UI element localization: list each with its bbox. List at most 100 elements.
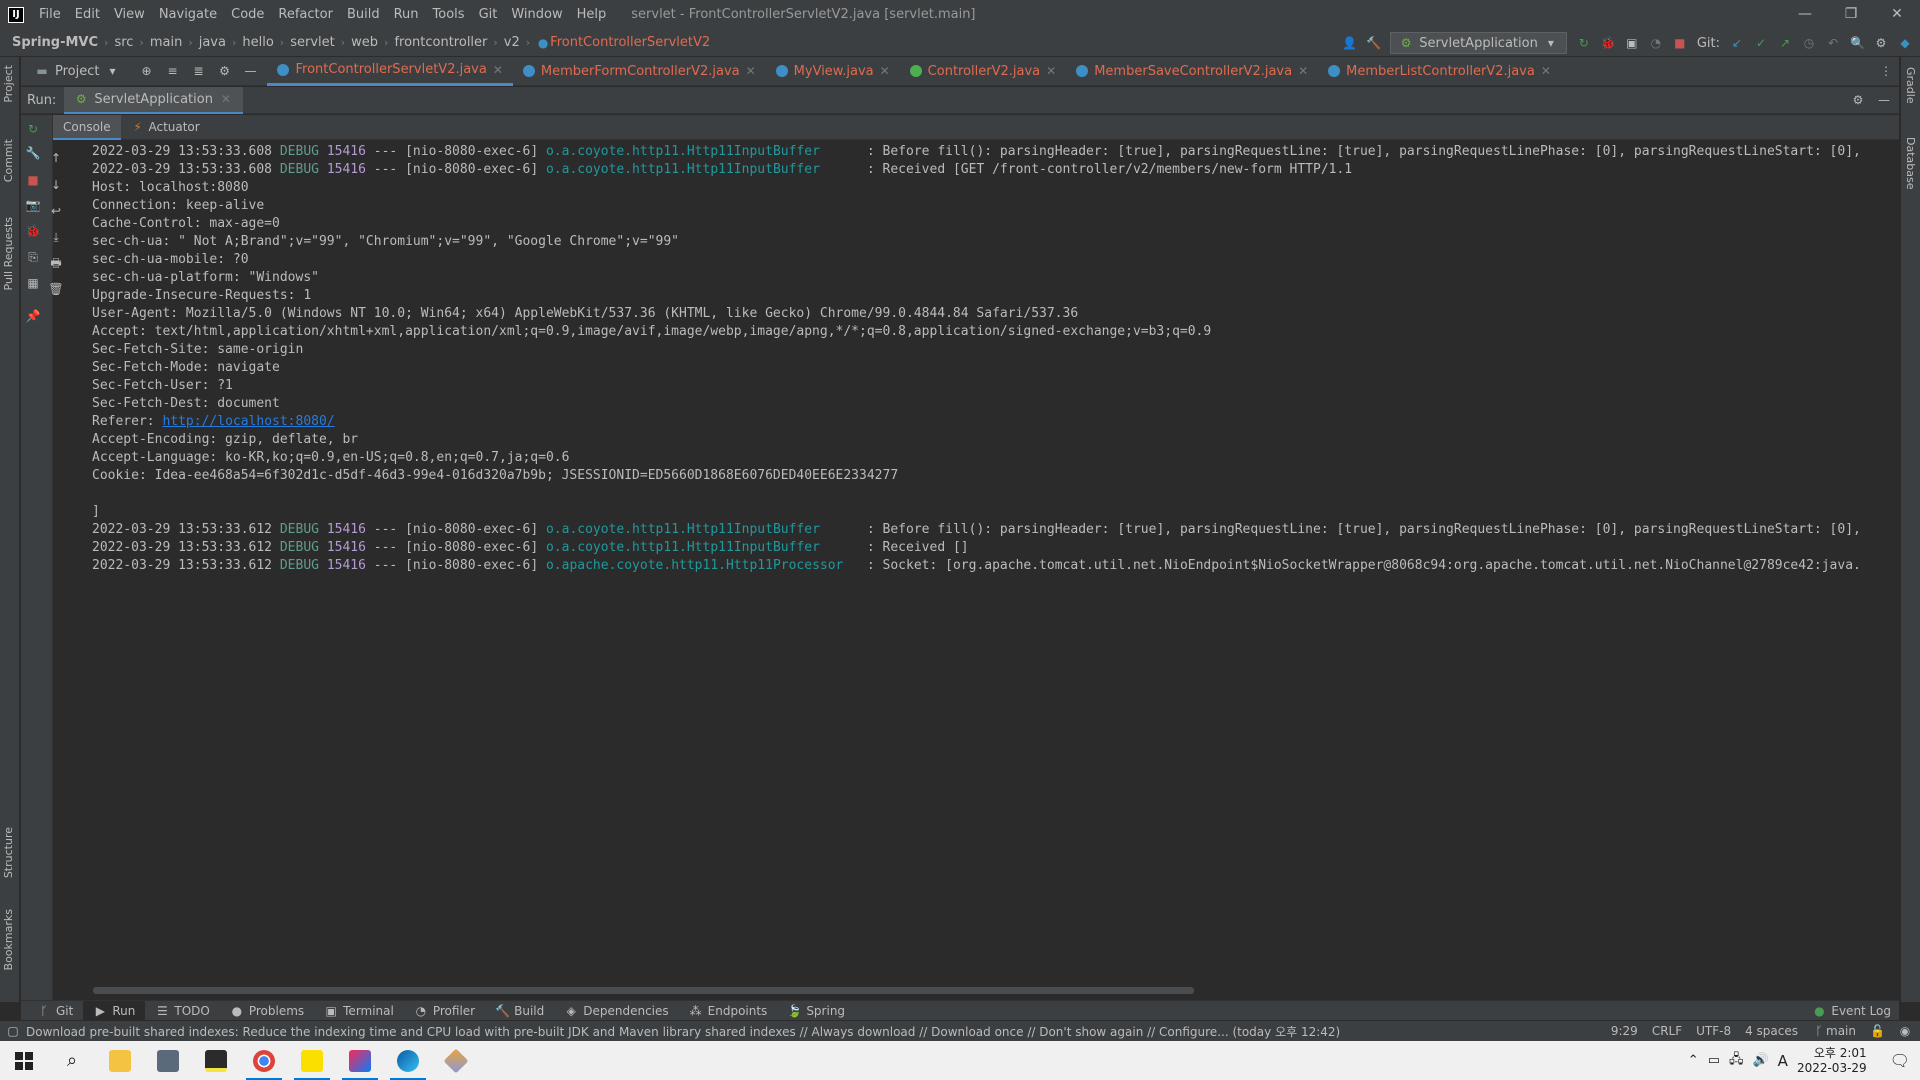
close-button[interactable]: ✕ [1874, 0, 1920, 29]
run-configuration-select[interactable]: ⚙ ServletApplication ▾ [1390, 32, 1567, 54]
editor-tab[interactable]: MemberListControllerV2.java ✕ [1318, 57, 1561, 86]
caret-position[interactable]: 9:29 [1611, 1024, 1638, 1038]
expand-all-icon[interactable]: ≡ [165, 64, 179, 78]
history-icon[interactable]: ◷ [1802, 36, 1816, 50]
rollback-icon[interactable]: ↶ [1826, 36, 1840, 50]
restore-button[interactable]: ❐ [1828, 0, 1874, 29]
menu-edit[interactable]: Edit [68, 7, 107, 22]
status-message[interactable]: Download pre-built shared indexes: Reduc… [0, 1023, 1340, 1040]
menu-refactor[interactable]: Refactor [271, 7, 340, 22]
menu-navigate[interactable]: Navigate [152, 7, 224, 22]
tool-tab-database[interactable]: Database [1904, 137, 1917, 190]
taskbar-chrome[interactable] [240, 1041, 288, 1080]
settings-gear-icon[interactable]: ⚙ [1874, 36, 1888, 50]
restore-layout-icon[interactable]: ⎘ [25, 249, 41, 265]
arrow-down-icon[interactable]: ↓ [48, 177, 64, 193]
breadcrumb-item[interactable]: src [114, 35, 133, 50]
menu-build[interactable]: Build [340, 7, 387, 22]
build-hammer-icon[interactable]: 🔨 [1366, 36, 1381, 50]
taskbar-search-button[interactable]: ⌕ [48, 1041, 96, 1080]
editor-tab[interactable]: FrontControllerServletV2.java ✕ [267, 56, 513, 86]
coverage-icon[interactable]: ▣ [1625, 36, 1639, 50]
lock-icon[interactable]: 🔓 [1870, 1024, 1885, 1038]
clock[interactable]: 오후 2:01 2022-03-29 [1797, 1046, 1867, 1076]
taskbar-edge[interactable] [384, 1041, 432, 1080]
taskbar-kakaotalk[interactable] [288, 1041, 336, 1080]
close-icon[interactable]: ✕ [880, 64, 890, 78]
tool-tab-build[interactable]: 🔨 Build [485, 1001, 554, 1021]
menu-git[interactable]: Git [472, 7, 505, 22]
layout-icon[interactable]: ▦ [25, 275, 41, 291]
editor-tab[interactable]: MyView.java ✕ [766, 57, 900, 86]
editor-tab[interactable]: MemberFormControllerV2.java ✕ [513, 57, 766, 86]
arrow-up-icon[interactable]: ↑ [48, 150, 64, 166]
ime-indicator[interactable]: A [1778, 1052, 1788, 1070]
debug-icon[interactable]: 🐞 [1601, 36, 1616, 50]
more-vertical-icon[interactable]: ⋮ [1879, 64, 1893, 78]
taskbar-app[interactable] [432, 1041, 480, 1080]
rerun-icon[interactable]: ↻ [25, 121, 41, 137]
menu-file[interactable]: File [32, 7, 68, 22]
close-icon[interactable]: ✕ [1541, 64, 1551, 78]
event-log-button[interactable]: ● Event Log [1812, 1004, 1891, 1018]
tab-actuator[interactable]: ⚡ Actuator [121, 115, 210, 140]
menu-help[interactable]: Help [570, 7, 614, 22]
tool-tab-dependencies[interactable]: ◈ Dependencies [554, 1001, 678, 1021]
git-branch[interactable]: ᚴ main [1812, 1024, 1856, 1038]
tool-tab-commit[interactable]: Commit [2, 139, 15, 182]
taskbar-file-explorer[interactable] [96, 1041, 144, 1080]
git-update-icon[interactable]: ↙ [1730, 36, 1744, 50]
close-icon[interactable]: ✕ [1046, 64, 1056, 78]
rerun-icon[interactable]: ↻ [1577, 36, 1591, 50]
pin-icon[interactable]: 📌 [25, 308, 41, 324]
hide-icon[interactable]: — [243, 64, 257, 78]
git-push-icon[interactable]: ↗ [1778, 36, 1792, 50]
tool-tab-structure[interactable]: Structure [2, 827, 15, 878]
tool-tab-profiler[interactable]: ◔ Profiler [404, 1001, 485, 1021]
profiler-icon[interactable]: ◔ [1649, 36, 1663, 50]
breadcrumb-item[interactable]: FrontControllerServletV2 [550, 35, 710, 50]
volume-icon[interactable]: 🔊 [1752, 1053, 1768, 1068]
hide-icon[interactable]: — [1877, 93, 1891, 107]
taskbar-calculator[interactable] [144, 1041, 192, 1080]
indent-setting[interactable]: 4 spaces [1745, 1024, 1798, 1038]
network-icon[interactable]: 🖧 [1729, 1050, 1744, 1072]
breadcrumb-item[interactable]: main [150, 35, 182, 50]
close-icon[interactable]: ✕ [219, 92, 233, 106]
tool-tab-todo[interactable]: ☰ TODO [145, 1001, 219, 1021]
breadcrumb-item[interactable]: frontcontroller [394, 35, 487, 50]
line-separator[interactable]: CRLF [1652, 1024, 1682, 1038]
notifications-icon[interactable]: 🗨 [1890, 1051, 1910, 1070]
camera-icon[interactable]: 📷 [25, 197, 41, 213]
user-icon[interactable]: 👤 [1342, 36, 1357, 50]
breadcrumb-item[interactable]: Spring-MVC [12, 35, 98, 50]
show-hidden-icons-icon[interactable]: ⌃ [1688, 1053, 1699, 1068]
settings-gear-icon[interactable]: ⚙ [217, 64, 231, 78]
tool-tab-endpoints[interactable]: ⁂ Endpoints [679, 1001, 778, 1021]
stop-icon[interactable]: ■ [25, 172, 41, 188]
taskbar-intellij[interactable] [336, 1041, 384, 1080]
settings-gear-icon[interactable]: ⚙ [1851, 93, 1865, 107]
taskbar-sticky-notes[interactable] [192, 1041, 240, 1080]
project-view-select[interactable]: ▬ Project ▾ [21, 64, 129, 79]
jetbrains-toolbox-icon[interactable]: ◆ [1898, 36, 1912, 50]
tool-tab-spring[interactable]: 🍃 Spring [777, 1001, 855, 1021]
battery-icon[interactable]: ▭ [1708, 1053, 1720, 1068]
editor-tab[interactable]: MemberSaveControllerV2.java ✕ [1066, 57, 1318, 86]
breadcrumb-item[interactable]: hello [242, 35, 273, 50]
collapse-all-icon[interactable]: ≣ [191, 64, 205, 78]
horizontal-scrollbar[interactable] [93, 987, 1194, 994]
file-encoding[interactable]: UTF-8 [1696, 1024, 1731, 1038]
close-icon[interactable]: ✕ [493, 63, 503, 77]
editor-tab[interactable]: ControllerV2.java ✕ [900, 57, 1067, 86]
tool-tab-pull-requests[interactable]: Pull Requests [2, 217, 15, 290]
modify-config-wrench-icon[interactable]: 🔧 [25, 145, 41, 161]
stop-icon[interactable]: ■ [1673, 36, 1687, 50]
close-icon[interactable]: ✕ [746, 64, 756, 78]
tool-tab-gradle[interactable]: Gradle [1904, 67, 1917, 104]
debug-icon[interactable]: 🐞 [25, 223, 41, 239]
tool-tab-terminal[interactable]: ▣ Terminal [314, 1001, 404, 1021]
console-output[interactable]: 2022-03-29 13:53:33.608 DEBUG 15416 --- … [80, 141, 1898, 981]
print-icon[interactable]: 🖶 [48, 255, 64, 271]
breadcrumb-item[interactable]: java [199, 35, 226, 50]
